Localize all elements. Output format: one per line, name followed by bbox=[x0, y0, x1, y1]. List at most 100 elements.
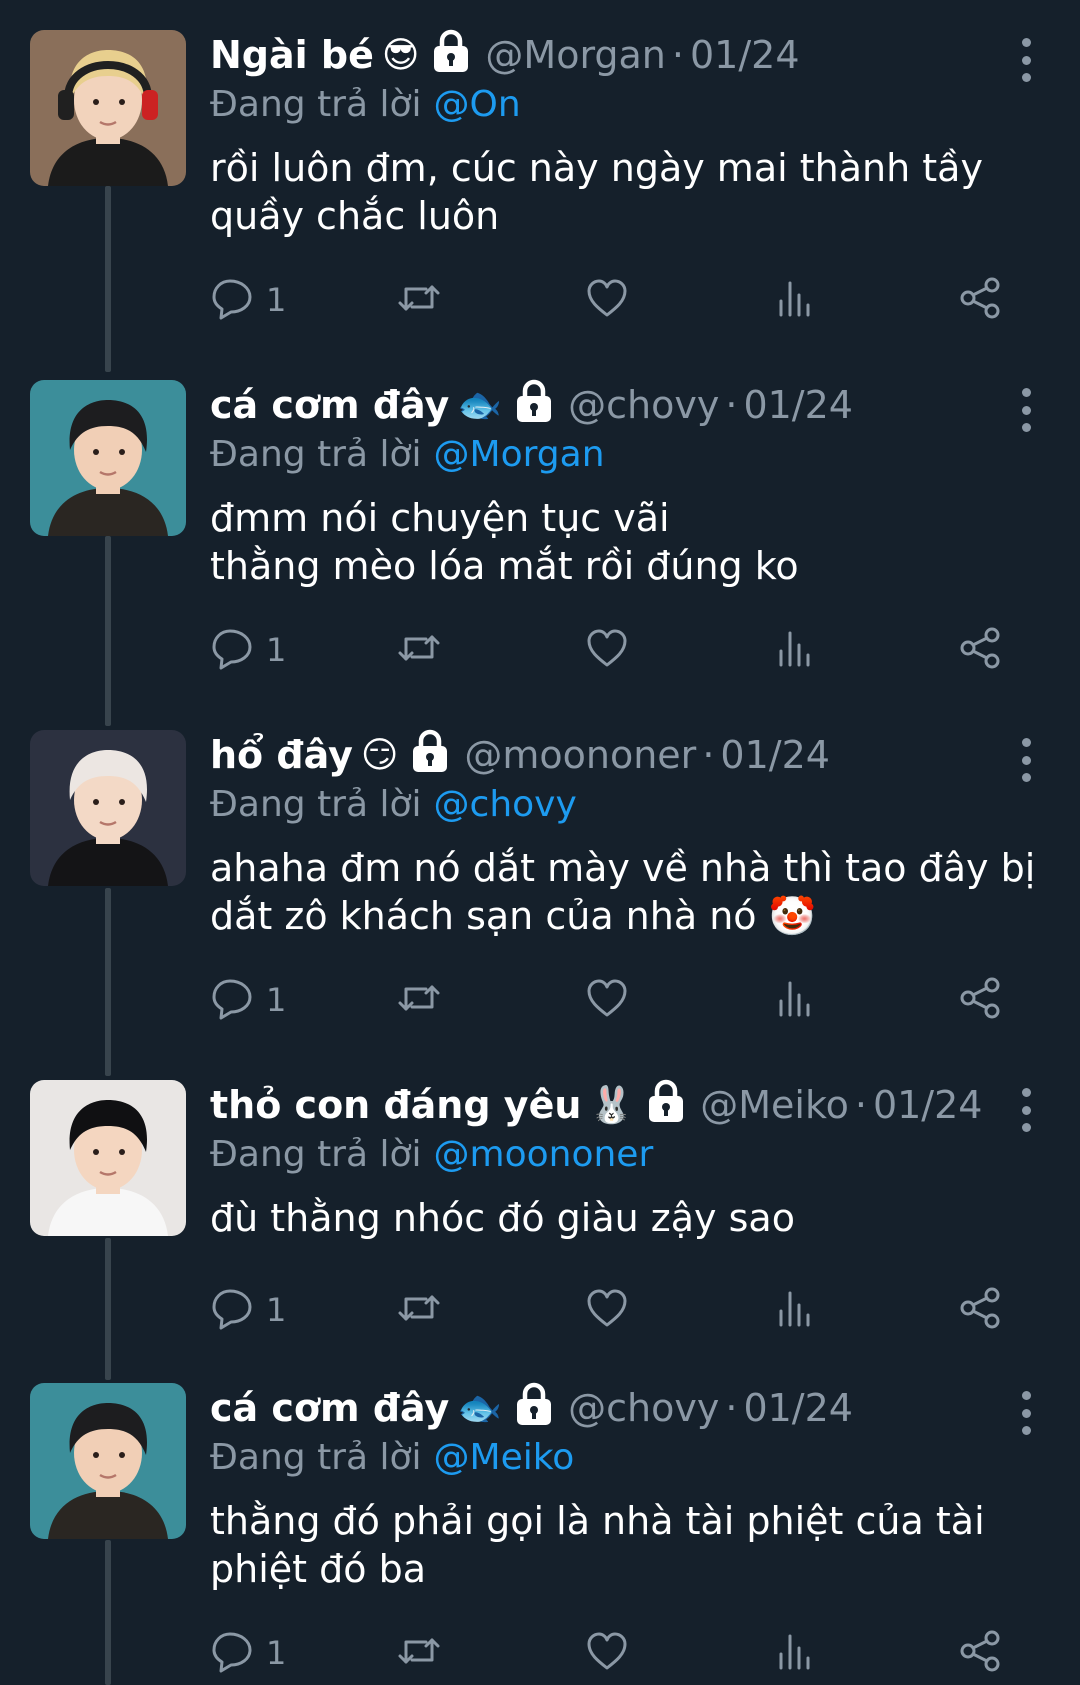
user-handle[interactable]: @chovy bbox=[568, 383, 719, 427]
tweet-date[interactable]: 01/24 bbox=[743, 1386, 853, 1430]
reply-button[interactable]: 1 bbox=[210, 270, 286, 330]
share-button[interactable] bbox=[958, 620, 1004, 680]
user-handle[interactable]: @Morgan bbox=[485, 33, 665, 77]
share-button[interactable] bbox=[958, 270, 1004, 330]
share-button[interactable] bbox=[958, 1280, 1004, 1340]
replying-to: Đang trả lời @On bbox=[210, 80, 1010, 128]
tweet-text-line: quầy chắc luôn bbox=[210, 194, 500, 238]
reply-icon bbox=[210, 1285, 256, 1335]
retweet-button[interactable] bbox=[396, 270, 442, 330]
like-button[interactable] bbox=[584, 1623, 630, 1683]
user-handle[interactable]: @chovy bbox=[568, 1386, 719, 1430]
more-options-icon[interactable] bbox=[1014, 1088, 1038, 1132]
views-icon bbox=[772, 275, 818, 325]
views-icon bbox=[772, 1285, 818, 1335]
replying-mention-link[interactable]: @chovy bbox=[434, 784, 577, 825]
reply-count: 1 bbox=[266, 981, 287, 1019]
display-name[interactable]: thỏ con đáng yêu bbox=[210, 1083, 581, 1127]
avatar[interactable] bbox=[30, 1383, 186, 1539]
display-name[interactable]: cá cơm đây bbox=[210, 1386, 449, 1430]
more-options-icon[interactable] bbox=[1014, 388, 1038, 432]
tweet-date[interactable]: 01/24 bbox=[743, 383, 853, 427]
tweet-actions: 1 bbox=[210, 1623, 1010, 1683]
like-icon bbox=[584, 975, 630, 1025]
retweet-button[interactable] bbox=[396, 1623, 442, 1683]
tweet-text-line: ahaha đm nó dắt mày về nhà thì tao đây b… bbox=[210, 846, 1036, 890]
views-button[interactable] bbox=[772, 620, 818, 680]
more-options-icon[interactable] bbox=[1014, 38, 1038, 82]
lock-icon bbox=[646, 1079, 686, 1123]
tweet-header: cá cơm đây 🐟 @chovy · 01/24 bbox=[210, 379, 1010, 430]
display-name[interactable]: Ngài bé bbox=[210, 33, 374, 77]
replying-mention-link[interactable]: @Meiko bbox=[434, 1437, 575, 1478]
replying-mention-link[interactable]: @On bbox=[434, 84, 521, 125]
name-emoji: 😏 bbox=[360, 734, 399, 776]
replying-mention-link[interactable]: @Morgan bbox=[434, 434, 605, 475]
retweet-button[interactable] bbox=[396, 620, 442, 680]
share-button[interactable] bbox=[958, 970, 1004, 1030]
reply-count: 1 bbox=[266, 1291, 287, 1329]
display-name[interactable]: hổ đây bbox=[210, 733, 353, 777]
separator-dot: · bbox=[854, 1083, 867, 1127]
separator-dot: · bbox=[702, 733, 715, 777]
tweet-actions: 1 bbox=[210, 1280, 1010, 1340]
retweet-button[interactable] bbox=[396, 970, 442, 1030]
thread-connector bbox=[105, 536, 111, 726]
lock-icon bbox=[514, 379, 554, 423]
reply-button[interactable]: 1 bbox=[210, 1623, 286, 1683]
retweet-icon bbox=[396, 975, 442, 1025]
thread-connector bbox=[105, 1238, 111, 1380]
tweet-text: thằng đó phải gọi là nhà tài phiệt của t… bbox=[210, 1497, 1010, 1593]
replying-label: Đang trả lời bbox=[210, 433, 422, 475]
tweet-date[interactable]: 01/24 bbox=[720, 733, 830, 777]
tweet-text: đmm nói chuyện tục vãi thằng mèo lóa mắt … bbox=[210, 494, 1010, 590]
views-button[interactable] bbox=[772, 970, 818, 1030]
avatar[interactable] bbox=[30, 30, 186, 186]
user-handle[interactable]: @moononer bbox=[464, 733, 696, 777]
tweet-actions: 1 bbox=[210, 270, 1010, 330]
more-options-icon[interactable] bbox=[1014, 1391, 1038, 1435]
views-button[interactable] bbox=[772, 1623, 818, 1683]
retweet-button[interactable] bbox=[396, 1280, 442, 1340]
tweet-text: đù thằng nhóc đó giàu zậy sao bbox=[210, 1194, 1010, 1242]
reply-button[interactable]: 1 bbox=[210, 1280, 286, 1340]
tweet-text: rồi luôn đm, cúc này ngày mai thành tầy q… bbox=[210, 144, 1010, 240]
thread-connector bbox=[105, 888, 111, 1076]
like-button[interactable] bbox=[584, 970, 630, 1030]
display-name[interactable]: cá cơm đây bbox=[210, 383, 449, 427]
tweet-text-line: đmm nói chuyện tục vãi bbox=[210, 496, 670, 540]
replying-to: Đang trả lời @Morgan bbox=[210, 430, 1010, 478]
like-button[interactable] bbox=[584, 620, 630, 680]
thread-connector bbox=[105, 1540, 111, 1685]
retweet-icon bbox=[396, 1628, 442, 1678]
replying-mention-link[interactable]: @moononer bbox=[434, 1134, 654, 1175]
avatar[interactable] bbox=[30, 1080, 186, 1236]
tweet-text-line: dắt zô khách sạn của nhà nó 🤡 bbox=[210, 894, 816, 938]
reply-count: 1 bbox=[266, 281, 287, 319]
separator-dot: · bbox=[671, 33, 684, 77]
more-options-icon[interactable] bbox=[1014, 738, 1038, 782]
tweet-text-line: phiệt đó ba bbox=[210, 1547, 426, 1591]
avatar[interactable] bbox=[30, 380, 186, 536]
replying-label: Đang trả lời bbox=[210, 783, 422, 825]
views-button[interactable] bbox=[772, 1280, 818, 1340]
tweet-date[interactable]: 01/24 bbox=[690, 33, 800, 77]
reply-icon bbox=[210, 275, 256, 325]
tweet-header: Ngài bé 😎 @Morgan · 01/24 bbox=[210, 29, 1010, 80]
like-button[interactable] bbox=[584, 270, 630, 330]
like-button[interactable] bbox=[584, 1280, 630, 1340]
views-button[interactable] bbox=[772, 270, 818, 330]
tweet-text: ahaha đm nó dắt mày về nhà thì tao đây b… bbox=[210, 844, 1036, 940]
reply-button[interactable]: 1 bbox=[210, 970, 286, 1030]
name-emoji: 🐰 bbox=[589, 1085, 635, 1126]
avatar[interactable] bbox=[30, 730, 186, 886]
reply-button[interactable]: 1 bbox=[210, 620, 286, 680]
user-handle[interactable]: @Meiko bbox=[700, 1083, 849, 1127]
like-icon bbox=[584, 625, 630, 675]
lock-icon bbox=[410, 729, 450, 773]
reply-icon bbox=[210, 1628, 256, 1678]
tweet-date[interactable]: 01/24 bbox=[873, 1083, 983, 1127]
share-button[interactable] bbox=[958, 1623, 1004, 1683]
name-emoji: 😎 bbox=[381, 34, 420, 76]
tweet-text-line: thằng mèo lóa mắt rồi đúng ko bbox=[210, 544, 799, 588]
